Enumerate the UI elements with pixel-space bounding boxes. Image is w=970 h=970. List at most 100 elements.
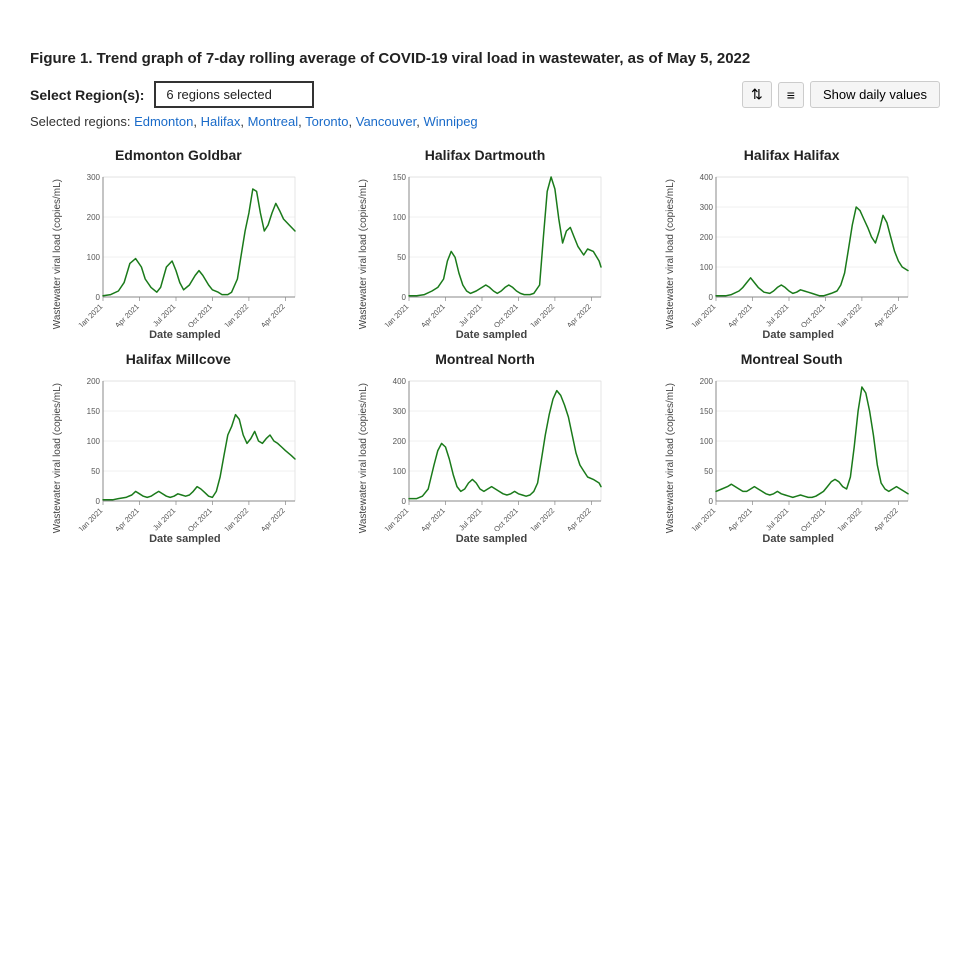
- svg-text:Apr 2021: Apr 2021: [420, 302, 448, 327]
- chart-inner-halifax-millcove: 0 50 100 150 200 Jan 2021 Apr 2021 Jul 2021 Oct …: [65, 371, 305, 545]
- chart-area-edmonton-goldbar: Wastewater viral load (copies/mL) 010020…: [52, 167, 305, 341]
- svg-text:Jul 2021: Jul 2021: [151, 302, 177, 327]
- chart-area-halifax-halifax: Wastewater viral load (copies/mL) 010020…: [665, 167, 918, 341]
- svg-text:300: 300: [700, 203, 714, 212]
- svg-text:Apr 2021: Apr 2021: [113, 302, 141, 327]
- y-axis-label-montreal-north: Wastewater viral load (copies/mL): [358, 383, 369, 533]
- sort-button[interactable]: ⇅: [742, 81, 772, 108]
- svg-text:Jan 2021: Jan 2021: [76, 506, 104, 531]
- svg-text:100: 100: [393, 213, 407, 222]
- svg-text:Oct 2021: Oct 2021: [492, 506, 520, 531]
- chart-svg-halifax-millcove: 0 50 100 150 200 Jan 2021 Apr 2021 Jul 2021 Oct …: [65, 371, 305, 531]
- svg-text:Jan 2021: Jan 2021: [383, 302, 411, 327]
- svg-text:100: 100: [86, 253, 100, 262]
- svg-text:Jul 2021: Jul 2021: [764, 302, 790, 327]
- svg-text:Jan 2022: Jan 2022: [222, 506, 250, 531]
- svg-text:100: 100: [700, 263, 714, 272]
- y-axis-label-edmonton-goldbar: Wastewater viral load (copies/mL): [52, 179, 63, 329]
- svg-text:300: 300: [86, 173, 100, 182]
- svg-text:Oct 2021: Oct 2021: [186, 506, 214, 531]
- svg-text:150: 150: [393, 173, 407, 182]
- chart-inner-edmonton-goldbar: 0100200300Jan 2021Apr 2021Jul 2021Oct 20…: [65, 167, 305, 341]
- x-axis-label-halifax-millcove: Date sampled: [149, 533, 221, 545]
- svg-text:200: 200: [700, 377, 714, 386]
- svg-text:Jan 2021: Jan 2021: [383, 506, 411, 531]
- svg-text:Jan 2022: Jan 2022: [835, 302, 863, 327]
- chart-inner-montreal-north: 0100200300400Jan 2021Apr 2021Jul 2021Oct…: [371, 371, 611, 545]
- svg-text:150: 150: [700, 407, 714, 416]
- svg-text:0: 0: [402, 293, 407, 302]
- region-montreal[interactable]: Montreal: [248, 114, 299, 129]
- svg-text:Jan 2021: Jan 2021: [689, 302, 717, 327]
- svg-text:0: 0: [95, 293, 100, 302]
- svg-text:Apr 2022: Apr 2022: [259, 302, 287, 327]
- svg-text:Jul 2021: Jul 2021: [457, 506, 483, 531]
- svg-text:0: 0: [709, 293, 714, 302]
- chart-montreal-south: Montreal South Wastewater viral load (co…: [643, 351, 940, 545]
- figure-title: Figure 1. Trend graph of 7-day rolling a…: [30, 50, 940, 67]
- chart-svg-halifax-halifax: 0100200300400Jan 2021Apr 2021Jul 2021Oct…: [678, 167, 918, 327]
- svg-text:Jan 2022: Jan 2022: [835, 506, 863, 531]
- region-vancouver[interactable]: Vancouver: [356, 114, 416, 129]
- chart-title-halifax-dartmouth: Halifax Dartmouth: [425, 147, 546, 163]
- region-select[interactable]: 6 regions selected: [154, 81, 314, 108]
- x-axis-label-edmonton-goldbar: Date sampled: [149, 329, 221, 341]
- svg-text:Oct 2021: Oct 2021: [799, 506, 827, 531]
- chart-svg-halifax-dartmouth: 050100150Jan 2021Apr 2021Jul 2021Oct 202…: [371, 167, 611, 327]
- region-winnipeg[interactable]: Winnipeg: [423, 114, 477, 129]
- selected-regions-row: Selected regions: Edmonton, Halifax, Mon…: [30, 114, 940, 129]
- y-axis-label-halifax-halifax: Wastewater viral load (copies/mL): [665, 179, 676, 329]
- menu-button[interactable]: ≡: [778, 82, 804, 108]
- selected-regions-label: Selected regions:: [30, 114, 130, 129]
- controls-row: Select Region(s): 6 regions selected ⇅ ≡…: [30, 81, 940, 108]
- chart-svg-edmonton-goldbar: 0100200300Jan 2021Apr 2021Jul 2021Oct 20…: [65, 167, 305, 327]
- svg-text:Jan 2021: Jan 2021: [76, 302, 104, 327]
- chart-title-halifax-millcove: Halifax Millcove: [126, 351, 231, 367]
- region-halifax[interactable]: Halifax: [201, 114, 241, 129]
- y-axis-label-halifax-millcove: Wastewater viral load (copies/mL): [52, 383, 63, 533]
- svg-text:Jan 2022: Jan 2022: [222, 302, 250, 327]
- svg-text:100: 100: [393, 467, 407, 476]
- chart-halifax-dartmouth: Halifax Dartmouth Wastewater viral load …: [337, 147, 634, 341]
- svg-text:200: 200: [86, 377, 100, 386]
- chart-edmonton-goldbar: Edmonton Goldbar Wastewater viral load (…: [30, 147, 327, 341]
- svg-text:0: 0: [95, 497, 100, 506]
- svg-text:100: 100: [700, 437, 714, 446]
- svg-text:Oct 2021: Oct 2021: [492, 302, 520, 327]
- show-daily-button[interactable]: Show daily values: [810, 81, 940, 108]
- svg-text:0: 0: [709, 497, 714, 506]
- chart-inner-halifax-dartmouth: 050100150Jan 2021Apr 2021Jul 2021Oct 202…: [371, 167, 611, 341]
- chart-halifax-halifax: Halifax Halifax Wastewater viral load (c…: [643, 147, 940, 341]
- svg-text:200: 200: [393, 437, 407, 446]
- svg-text:Jan 2021: Jan 2021: [689, 506, 717, 531]
- region-toronto[interactable]: Toronto: [305, 114, 348, 129]
- svg-text:50: 50: [704, 467, 713, 476]
- region-edmonton[interactable]: Edmonton: [134, 114, 193, 129]
- x-axis-label-montreal-north: Date sampled: [456, 533, 528, 545]
- svg-text:Apr 2022: Apr 2022: [872, 506, 900, 531]
- svg-text:150: 150: [86, 407, 100, 416]
- chart-title-montreal-south: Montreal South: [741, 351, 843, 367]
- chart-area-halifax-dartmouth: Wastewater viral load (copies/mL) 050100…: [358, 167, 611, 341]
- select-label: Select Region(s):: [30, 87, 144, 103]
- svg-text:Jul 2021: Jul 2021: [151, 506, 177, 531]
- svg-text:Jul 2021: Jul 2021: [457, 302, 483, 327]
- svg-text:Apr 2021: Apr 2021: [113, 506, 141, 531]
- svg-text:50: 50: [91, 467, 100, 476]
- charts-grid: Edmonton Goldbar Wastewater viral load (…: [30, 147, 940, 545]
- chart-title-halifax-halifax: Halifax Halifax: [744, 147, 840, 163]
- y-axis-label-halifax-dartmouth: Wastewater viral load (copies/mL): [358, 179, 369, 329]
- x-axis-label-montreal-south: Date sampled: [762, 533, 834, 545]
- svg-text:0: 0: [402, 497, 407, 506]
- svg-text:Apr 2021: Apr 2021: [726, 302, 754, 327]
- svg-text:Apr 2022: Apr 2022: [872, 302, 900, 327]
- svg-text:Jul 2021: Jul 2021: [764, 506, 790, 531]
- svg-text:100: 100: [86, 437, 100, 446]
- chart-area-montreal-north: Wastewater viral load (copies/mL) 0 100 20…: [358, 371, 611, 545]
- svg-text:Oct 2021: Oct 2021: [186, 302, 214, 327]
- chart-title-edmonton-goldbar: Edmonton Goldbar: [115, 147, 242, 163]
- svg-text:400: 400: [700, 173, 714, 182]
- svg-text:Jan 2022: Jan 2022: [529, 506, 557, 531]
- x-axis-label-halifax-halifax: Date sampled: [762, 329, 834, 341]
- svg-text:Jan 2022: Jan 2022: [529, 302, 557, 327]
